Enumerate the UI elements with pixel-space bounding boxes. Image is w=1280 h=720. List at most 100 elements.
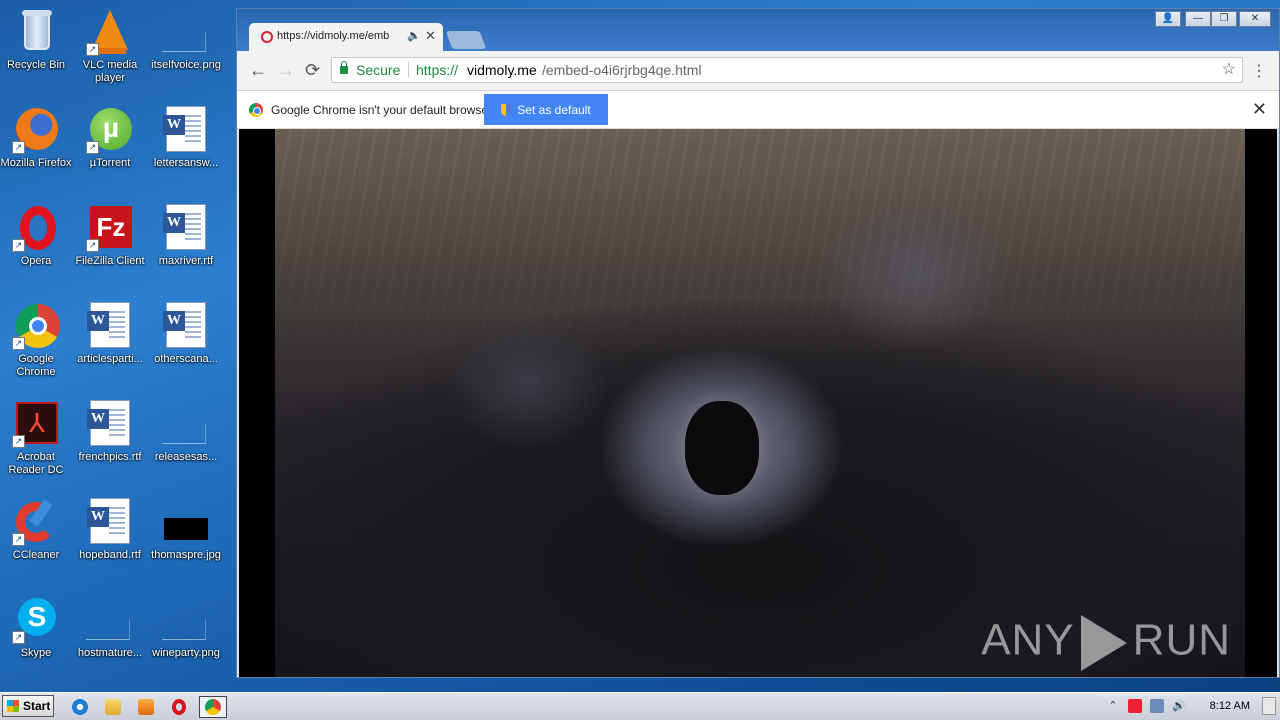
image-thumbnail-icon [162,498,210,546]
media-player-icon [138,699,154,715]
address-bar[interactable]: Secure https:// vidmoly.me /embed-o4i6rj… [331,57,1243,83]
desktop-icon-hopeband[interactable]: W hopeband.rtf [72,494,148,586]
tray-overflow-icon[interactable]: ⌃ [1106,699,1120,713]
minimize-button[interactable]: — [1185,11,1211,27]
utorrent-icon: µ ↗ [86,106,134,154]
tab-vidmoly[interactable]: https://vidmoly.me/emb 🔈 ✕ [249,23,443,51]
desktop-icon-label: Acrobat Reader DC [8,451,64,476]
chrome-menu-icon[interactable]: ⋮ [1251,61,1267,81]
ccleaner-icon: ↗ [12,498,60,546]
desktop-icon-frenchpics[interactable]: W frenchpics.rtf [72,396,148,488]
url-host: vidmoly.me [467,62,537,78]
tab-title: https://vidmoly.me/emb [277,30,390,42]
firefox-icon: ↗ [12,106,60,154]
desktop-icon-label: VLC media player [82,59,138,84]
desktop-icon-acrobat[interactable]: ⅄ ↗ Acrobat Reader DC [0,396,74,488]
desktop-icon-label: itselfvoice.png [151,59,221,71]
desktop-icon-label: thomaspre.jpg [151,549,221,561]
lock-icon [340,61,348,74]
network-icon[interactable] [1150,699,1164,713]
set-as-default-button[interactable]: Set as default [484,94,608,125]
desktop-icon-articlesparti[interactable]: W articlesparti... [72,298,148,390]
desktop-icon-firefox[interactable]: ↗ Mozilla Firefox [0,102,74,194]
chrome-icon [205,699,221,715]
folder-icon [105,699,121,715]
start-button[interactable]: Start [2,695,54,717]
taskbar-internet-explorer[interactable] [68,696,92,718]
desktop-icon-skype[interactable]: S ↗ Skype [0,592,74,684]
blank-file-icon [86,596,134,644]
image-file-icon [162,8,210,56]
desktop-icon-maxriver[interactable]: W maxriver.rtf [148,200,224,292]
word-document-icon: W [86,302,134,350]
tab-strip: https://vidmoly.me/emb 🔈 ✕ 👤 — ❐ ✕ [237,9,1279,51]
account-icon[interactable]: 👤 [1155,11,1181,27]
show-desktop-button[interactable] [1262,697,1276,715]
desktop-icon-ccleaner[interactable]: ↗ CCleaner [0,494,74,586]
desktop-icon-label: maxriver.rtf [158,255,214,267]
desktop-icon-opera[interactable]: ↗ Opera [0,200,74,292]
back-arrow-icon[interactable]: ← [249,60,267,81]
desktop-icon-vlc[interactable]: ↗ VLC media player [72,4,148,96]
taskbar-opera[interactable] [167,696,191,718]
url-path: /embed-o4i6rjrbg4qe.html [542,62,702,78]
browser-toolbar: ← → ⟳ Secure https:// vidmoly.me /embed-… [237,51,1279,91]
recycle-bin-icon [12,8,60,56]
chrome-icon: ↗ [12,302,60,350]
video-player[interactable]: ANY RUN [275,129,1245,677]
skype-icon: S ↗ [12,596,60,644]
watermark-right: RUN [1132,615,1231,665]
word-document-icon: W [86,400,134,448]
desktop-icon-label: Mozilla Firefox [0,157,72,169]
word-document-icon: W [86,498,134,546]
word-document-icon: W [162,302,210,350]
filezilla-icon: Fz ↗ [86,204,134,252]
infobar-close-icon[interactable]: ✕ [1252,99,1267,120]
image-file-icon [162,596,210,644]
page-content: ANY RUN [239,129,1277,677]
desktop-icon-lettersansw[interactable]: W lettersansw... [148,102,224,194]
desktop-icon-label: CCleaner [12,549,60,561]
taskbar-chrome[interactable] [199,696,227,718]
desktop-icon-thomaspre[interactable]: thomaspre.jpg [148,494,224,586]
desktop-icon-hostmature[interactable]: hostmature... [72,592,148,684]
forward-arrow-icon[interactable]: → [277,60,295,81]
internet-explorer-icon [72,699,88,715]
desktop-icon-filezilla[interactable]: Fz ↗ FileZilla Client [72,200,148,292]
chrome-logo-icon [249,103,263,117]
taskbar-explorer[interactable] [101,696,125,718]
video-frame-detail [685,401,759,495]
new-tab-button[interactable] [445,31,487,49]
desktop-icon-label: Skype [20,647,52,659]
desktop-icon-utorrent[interactable]: µ ↗ µTorrent [72,102,148,194]
close-window-button[interactable]: ✕ [1239,11,1271,27]
play-triangle-icon [1080,615,1127,671]
action-center-flag-icon[interactable] [1128,699,1142,713]
tab-close-icon[interactable]: ✕ [425,28,436,44]
desktop-icon-otherscana[interactable]: W otherscana... [148,298,224,390]
desktop-icon-releasesas[interactable]: releasesas... [148,396,224,488]
desktop-icon-label: µTorrent [89,157,131,169]
taskbar-media-player[interactable] [134,696,158,718]
opera-icon [172,699,186,715]
reload-icon[interactable]: ⟳ [305,60,320,81]
desktop-icon-wineparty[interactable]: wineparty.png [148,592,224,684]
system-tray: ⌃ 🔊 8:12 AM [1104,693,1280,720]
tab-audio-icon[interactable]: 🔈 [407,29,421,42]
desktop-icon-google-chrome[interactable]: ↗ Google Chrome [0,298,74,390]
restore-button[interactable]: ❐ [1211,11,1237,27]
vlc-cone-icon: ↗ [86,8,134,56]
desktop-icon-recycle-bin[interactable]: Recycle Bin [0,4,74,96]
taskbar: Start ⌃ 🔊 8:12 AM [0,692,1280,720]
volume-icon[interactable]: 🔊 [1172,699,1186,713]
start-label: Start [23,699,51,713]
acrobat-icon: ⅄ ↗ [12,400,60,448]
desktop-icon-label: articlesparti... [77,353,143,365]
desktop-icon-label: Recycle Bin [6,59,66,71]
desktop-icon-label: Opera [20,255,52,267]
url-scheme: https:// [416,62,459,78]
opera-icon: ↗ [12,204,60,252]
desktop-icon-itselfvoice[interactable]: itselfvoice.png [148,4,224,96]
bookmark-star-icon[interactable]: ☆ [1222,58,1236,82]
taskbar-clock[interactable]: 8:12 AM [1210,700,1250,712]
